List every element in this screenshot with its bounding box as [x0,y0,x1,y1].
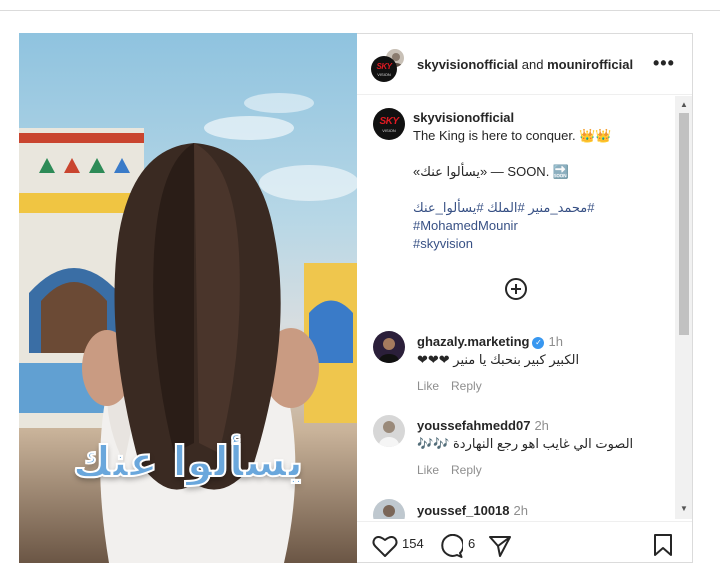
comment-username[interactable]: youssef_10018 2h [417,503,528,518]
hashtag-skyvision[interactable]: #skyvision [413,236,473,251]
person-icon [379,338,399,363]
heart-icon[interactable] [372,534,398,558]
scrollbar-thumb[interactable] [679,113,689,335]
caption-line-1: The King is here to conquer. 👑👑 [413,128,612,143]
sky-logo-subtext: VISION [382,128,396,133]
post-header: SKY VISION skyvisionofficial and mouniro… [357,34,692,95]
post-title: skyvisionofficial and mounirofficial [417,57,633,72]
caption-line-2: «يسألوا عنك» — SOON. 🔜 [413,164,570,179]
account-link-2[interactable]: mounirofficial [547,57,633,72]
comment-username[interactable]: ghazaly.marketing ✓ 1h [417,334,563,349]
verified-badge-icon: ✓ [532,336,545,349]
top-divider [0,10,720,11]
scrollbar[interactable]: ▲ ▼ [675,96,692,519]
person-icon [383,505,395,517]
comment-actions: Like Reply [417,463,494,477]
scroll-down-icon[interactable]: ▼ [680,504,688,513]
account-link-1[interactable]: skyvisionofficial [417,57,518,72]
comments-count: 6 [468,536,476,551]
likes-count: 154 [402,536,424,551]
commenter-avatar[interactable] [373,415,405,447]
media-overlay-title: يسألوا عنك [72,436,304,487]
skyvision-avatar[interactable]: SKY VISION [371,56,397,82]
comment-username-text[interactable]: ghazaly.marketing [417,334,529,349]
comment-text: الصوت الي غايب اهو رجع النهاردة 🎶🎶 [417,436,634,451]
comment-icon[interactable] [439,534,463,558]
comment-username[interactable]: youssefahmedd07 2h [417,418,549,433]
comment-time: 2h [513,503,528,518]
share-icon[interactable] [488,534,512,558]
scroll-up-icon[interactable]: ▲ [680,100,688,109]
post-media-image[interactable]: يسألوا عنك [19,33,357,563]
caption-username[interactable]: skyvisionofficial [413,110,514,125]
bookmark-icon[interactable] [653,533,673,557]
comment-time: 1h [548,334,563,349]
comment-username-text[interactable]: youssefahmedd07 [417,418,530,433]
sky-logo-subtext: VISION [377,72,391,77]
like-comment-button[interactable]: Like [417,379,439,393]
comment-actions: Like Reply [417,379,494,393]
post-actions-bar: 154 6 [357,521,692,563]
sky-logo-text: SKY [379,116,399,127]
commenter-avatar[interactable] [373,331,405,363]
hashtag-mohamedmounir[interactable]: #MohamedMounir [413,218,518,233]
load-more-plus-icon[interactable] [504,277,528,301]
comments-scroll-area[interactable]: SKY VISION skyvisionofficial The King is… [357,96,692,519]
commenter-avatar[interactable] [373,499,405,519]
reply-comment-button[interactable]: Reply [451,463,482,477]
sky-logo-text: SKY [376,62,392,71]
ellipsis-icon[interactable]: ••• [653,53,675,74]
post-side-panel: SKY VISION skyvisionofficial and mouniro… [357,33,693,563]
comment-text: الكبير كبير بنحبك يا منير ❤❤❤ [417,352,580,367]
caption-avatar[interactable]: SKY VISION [373,108,405,140]
hashtag-arabic[interactable]: #محمد_منير #الملك #يسألوا_عنك [413,200,595,216]
reply-comment-button[interactable]: Reply [451,379,482,393]
comment-username-text[interactable]: youssef_10018 [417,503,510,518]
comment-time: 2h [534,418,549,433]
person-icon [379,421,399,447]
like-comment-button[interactable]: Like [417,463,439,477]
title-connector: and [521,57,544,72]
